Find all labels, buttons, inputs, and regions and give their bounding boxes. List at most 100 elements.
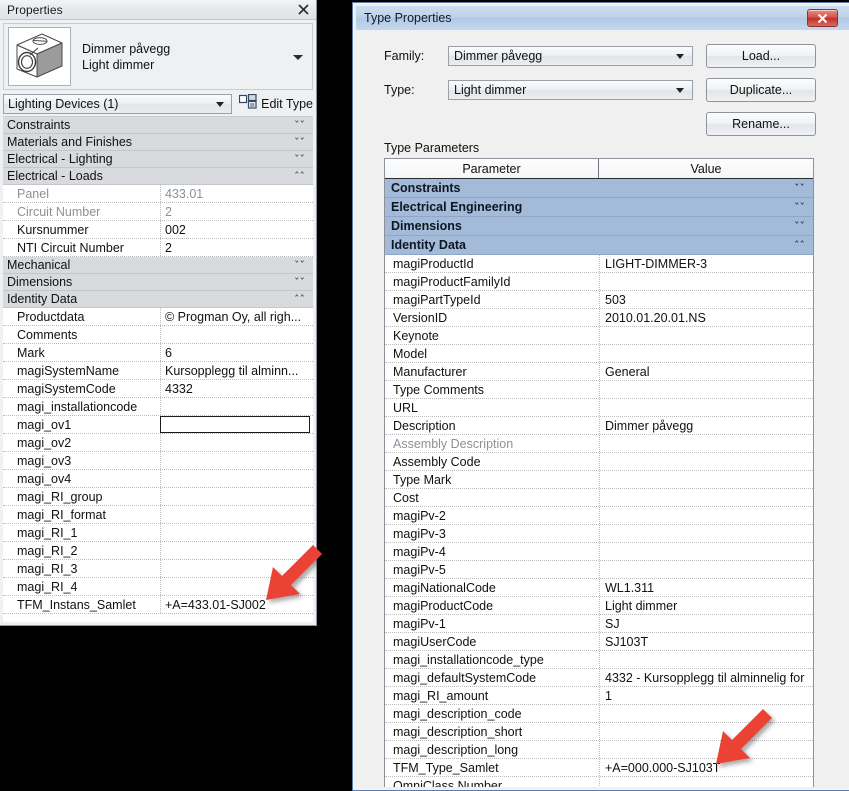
- property-row[interactable]: TFM_Instans_Samlet +A=433.01-SJ002: [3, 596, 313, 614]
- property-value[interactable]: [160, 524, 313, 541]
- type-parameter-value[interactable]: [599, 399, 813, 416]
- property-value[interactable]: 002: [160, 221, 313, 238]
- type-parameter-row[interactable]: magi_installationcode_type: [385, 651, 813, 669]
- type-parameter-row[interactable]: magiProductFamilyId: [385, 273, 813, 291]
- type-parameter-value[interactable]: 1: [599, 687, 813, 704]
- type-parameter-value[interactable]: [599, 741, 813, 758]
- type-parameters-table[interactable]: Parameter Value Constraints ˇˇ Electrical …: [384, 158, 814, 787]
- type-parameter-value[interactable]: LIGHT-DIMMER-3: [599, 255, 813, 272]
- type-parameter-row[interactable]: magiPv-5: [385, 561, 813, 579]
- property-row[interactable]: Comments: [3, 326, 313, 344]
- type-parameter-value[interactable]: WL1.311: [599, 579, 813, 596]
- property-value[interactable]: © Progman Oy, all righ...: [160, 308, 313, 325]
- rename-button[interactable]: Rename...: [706, 112, 816, 136]
- type-parameter-row[interactable]: URL: [385, 399, 813, 417]
- type-parameter-row[interactable]: magi_description_long: [385, 741, 813, 759]
- type-parameter-row[interactable]: magi_description_code: [385, 705, 813, 723]
- type-parameter-row[interactable]: magiUserCode SJ103T: [385, 633, 813, 651]
- property-group-header[interactable]: Identity Data ˆˆ: [3, 291, 313, 308]
- type-parameter-row[interactable]: VersionID 2010.01.20.01.NS: [385, 309, 813, 327]
- type-parameter-row[interactable]: Keynote: [385, 327, 813, 345]
- property-value[interactable]: [160, 398, 313, 415]
- property-value[interactable]: 4332: [160, 380, 313, 397]
- property-row[interactable]: magi_RI_4: [3, 578, 313, 596]
- type-parameter-value[interactable]: [599, 525, 813, 542]
- property-group-header[interactable]: Materials and Finishes ˇˇ: [3, 134, 313, 151]
- property-row[interactable]: Mark 6: [3, 344, 313, 362]
- type-parameter-value[interactable]: [599, 327, 813, 344]
- property-value[interactable]: [160, 326, 313, 343]
- property-row[interactable]: magi_ov4: [3, 470, 313, 488]
- type-parameter-value[interactable]: [599, 543, 813, 560]
- property-row[interactable]: NTI Circuit Number 2: [3, 239, 313, 257]
- type-parameter-row[interactable]: magiPv-1 SJ: [385, 615, 813, 633]
- property-row[interactable]: magi_ov3: [3, 452, 313, 470]
- close-icon[interactable]: [807, 9, 838, 27]
- property-value[interactable]: [160, 488, 313, 505]
- property-row[interactable]: magi_RI_3: [3, 560, 313, 578]
- type-parameter-value[interactable]: Dimmer påvegg: [599, 417, 813, 434]
- property-value[interactable]: [160, 560, 313, 577]
- type-parameter-value[interactable]: +A=000.000-SJ103T: [599, 759, 813, 776]
- properties-parameter-list[interactable]: Constraints ˇˇ Materials and Finishes ˇˇ Ele…: [3, 116, 313, 622]
- family-select[interactable]: Dimmer påvegg: [448, 46, 693, 66]
- type-parameter-row[interactable]: magiPv-2: [385, 507, 813, 525]
- close-icon[interactable]: [296, 2, 311, 17]
- property-row[interactable]: Productdata © Progman Oy, all righ...: [3, 308, 313, 326]
- property-row[interactable]: magi_ov2: [3, 434, 313, 452]
- property-group-header[interactable]: Dimensions ˇˇ: [3, 274, 313, 291]
- type-parameter-group-header[interactable]: Constraints ˇˇ: [385, 179, 813, 198]
- property-value[interactable]: Kursopplegg til alminn...: [160, 362, 313, 379]
- property-group-header[interactable]: Constraints ˇˇ: [3, 117, 313, 134]
- property-row[interactable]: magi_RI_1: [3, 524, 313, 542]
- type-parameter-value[interactable]: [599, 345, 813, 362]
- type-parameter-row[interactable]: Type Mark: [385, 471, 813, 489]
- property-group-header[interactable]: Mechanical ˇˇ: [3, 257, 313, 274]
- property-value[interactable]: [160, 506, 313, 523]
- type-parameter-value[interactable]: Light dimmer: [599, 597, 813, 614]
- type-parameter-value[interactable]: [599, 561, 813, 578]
- type-parameter-row[interactable]: magi_defaultSystemCode 4332 - Kursopplegg…: [385, 669, 813, 687]
- type-parameter-value[interactable]: 2010.01.20.01.NS: [599, 309, 813, 326]
- property-value[interactable]: 6: [160, 344, 313, 361]
- type-parameter-row[interactable]: magi_description_short: [385, 723, 813, 741]
- property-row[interactable]: Kursnummer 002: [3, 221, 313, 239]
- type-parameter-value[interactable]: [599, 723, 813, 740]
- type-parameter-value[interactable]: [599, 705, 813, 722]
- property-row[interactable]: magiSystemName Kursopplegg til alminn...: [3, 362, 313, 380]
- type-parameter-value[interactable]: [599, 489, 813, 506]
- type-parameter-row[interactable]: Description Dimmer påvegg: [385, 417, 813, 435]
- type-parameter-row[interactable]: magiProductId LIGHT-DIMMER-3: [385, 255, 813, 273]
- type-parameter-value[interactable]: [599, 381, 813, 398]
- type-parameter-value[interactable]: SJ103T: [599, 633, 813, 650]
- property-value[interactable]: [160, 416, 310, 433]
- property-row[interactable]: magi_RI_group: [3, 488, 313, 506]
- type-parameter-row[interactable]: Model: [385, 345, 813, 363]
- type-parameter-value[interactable]: [599, 507, 813, 524]
- type-parameter-row[interactable]: TFM_Type_Samlet +A=000.000-SJ103T: [385, 759, 813, 777]
- property-row[interactable]: magiSystemCode 4332: [3, 380, 313, 398]
- type-parameter-value[interactable]: [599, 453, 813, 470]
- type-parameter-row[interactable]: magiPartTypeId 503: [385, 291, 813, 309]
- type-parameter-value[interactable]: [599, 471, 813, 488]
- type-parameter-value[interactable]: 4332 - Kursopplegg til alminnelig for: [599, 669, 813, 686]
- type-parameter-row[interactable]: Assembly Code: [385, 453, 813, 471]
- property-value[interactable]: [160, 452, 313, 469]
- type-parameter-row[interactable]: magiPv-4: [385, 543, 813, 561]
- type-parameter-group-header[interactable]: Electrical Engineering ˇˇ: [385, 198, 813, 217]
- type-select[interactable]: Light dimmer: [448, 80, 693, 100]
- type-parameter-row[interactable]: magiPv-3: [385, 525, 813, 543]
- property-value[interactable]: [160, 470, 313, 487]
- property-value[interactable]: +A=433.01-SJ002: [160, 596, 313, 613]
- category-selector[interactable]: Lighting Devices (1): [3, 94, 233, 114]
- type-parameter-group-header[interactable]: Dimensions ˇˇ: [385, 217, 813, 236]
- chevron-down-icon[interactable]: [293, 54, 303, 60]
- property-row[interactable]: magi_ov1: [3, 416, 313, 434]
- type-parameter-value[interactable]: [599, 777, 813, 787]
- type-parameter-row[interactable]: Cost: [385, 489, 813, 507]
- type-parameter-row[interactable]: magiNationalCode WL1.311: [385, 579, 813, 597]
- type-parameter-value[interactable]: General: [599, 363, 813, 380]
- type-parameter-row[interactable]: magiProductCode Light dimmer: [385, 597, 813, 615]
- type-parameter-row[interactable]: Manufacturer General: [385, 363, 813, 381]
- type-parameter-row[interactable]: Type Comments: [385, 381, 813, 399]
